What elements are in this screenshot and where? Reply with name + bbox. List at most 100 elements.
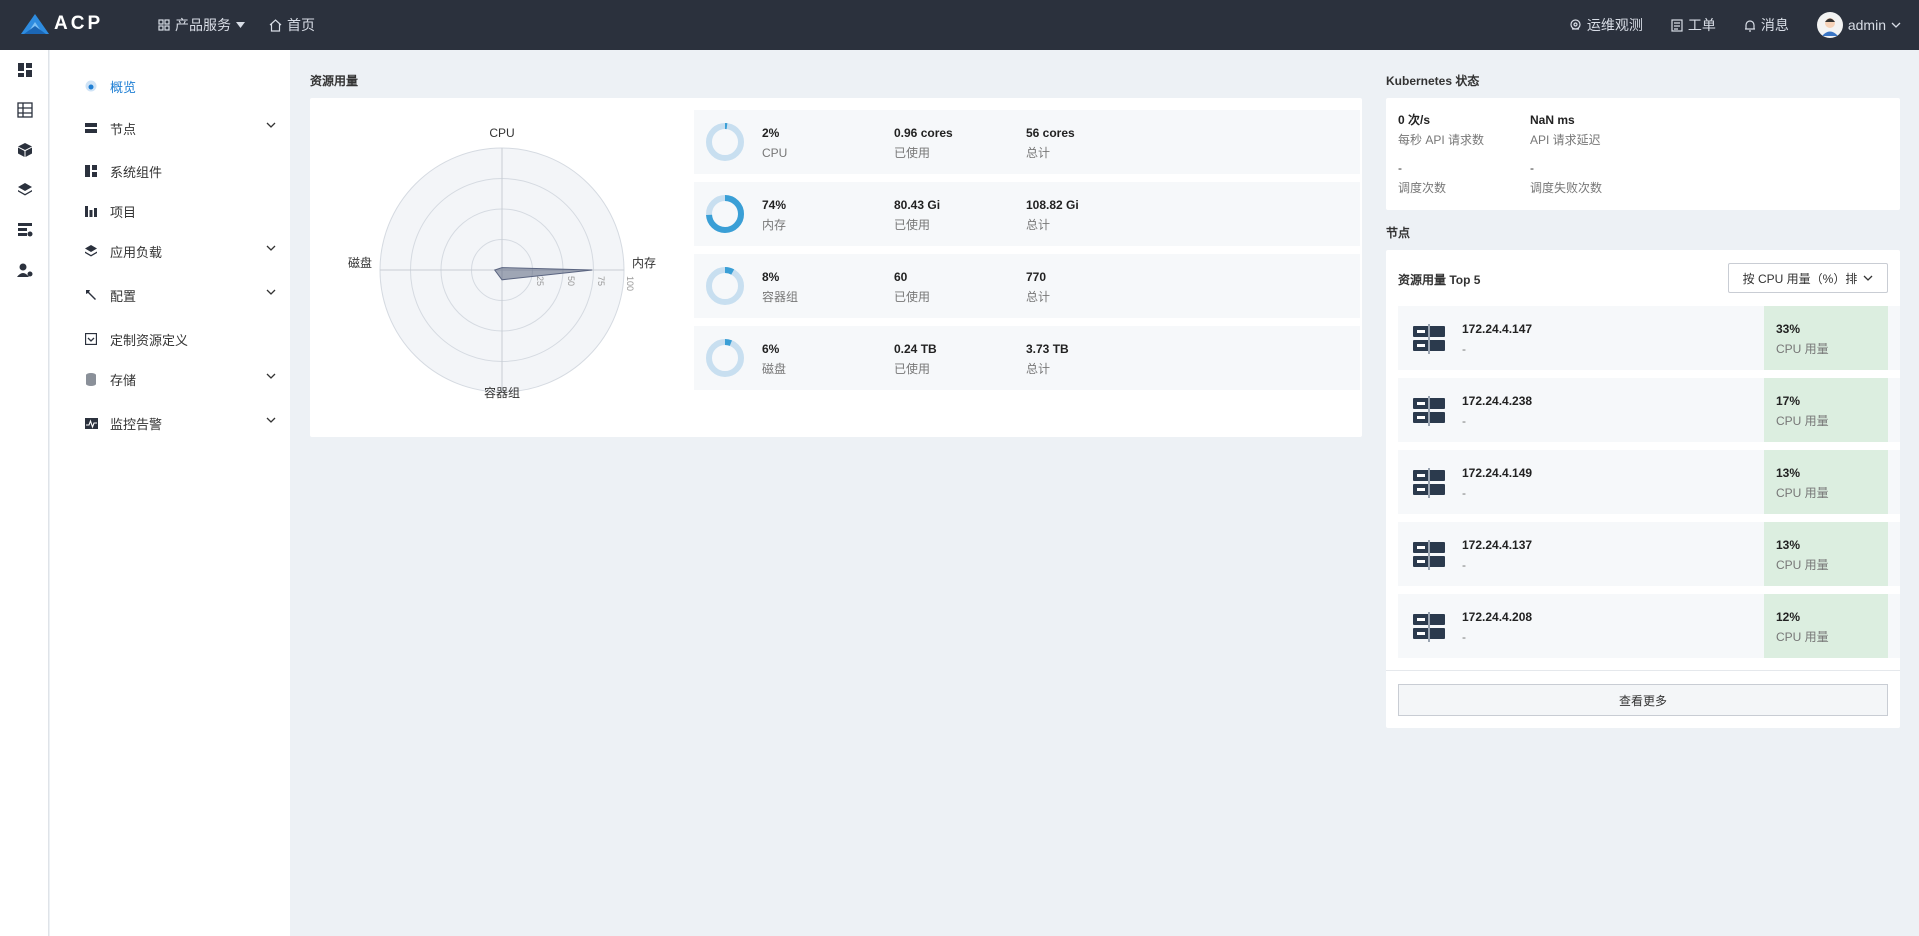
sort-label: 按 CPU 用量（%）排 bbox=[1742, 271, 1858, 286]
caret-down-icon bbox=[236, 22, 245, 28]
stat-value: NaN ms bbox=[1530, 113, 1575, 127]
chevron-down-icon bbox=[266, 417, 276, 423]
tickets-link[interactable]: 工单 bbox=[1671, 15, 1716, 35]
k8s-api-rps: 0 次/s 每秒 API 请求数 bbox=[1398, 110, 1484, 150]
ops-label: 运维观测 bbox=[1586, 17, 1643, 33]
total-value: 3.73 TB bbox=[1026, 342, 1069, 356]
resource-row-pods: 8% 容器组 60 已使用 770 总计 bbox=[694, 254, 1360, 318]
node-sub: - bbox=[1462, 342, 1466, 356]
view-more-button[interactable]: 查看更多 bbox=[1398, 684, 1888, 716]
node-row[interactable]: 172.24.4.149 - 13% CPU 用量 bbox=[1398, 450, 1900, 514]
layers-icon bbox=[84, 244, 98, 258]
menu-crd[interactable]: 定制资源定义 bbox=[84, 325, 276, 353]
radar-label-memory: 内存 bbox=[632, 256, 656, 270]
monitor-icon bbox=[84, 416, 98, 430]
resource-usage-card: 25 50 75 100 CPU 内存 容器组 磁盘 2% CPU 0.96 co… bbox=[310, 98, 1362, 437]
node-cpu-usage: 33% CPU 用量 bbox=[1764, 306, 1888, 370]
server-rack-icon bbox=[1413, 468, 1445, 498]
total-value: 770 bbox=[1026, 270, 1047, 284]
project-icon bbox=[84, 204, 98, 218]
user-menu[interactable]: admin bbox=[1816, 12, 1901, 38]
ops-observability-link[interactable]: 运维观测 bbox=[1569, 15, 1643, 35]
chevron-down-icon bbox=[266, 245, 276, 251]
messages-link[interactable]: 消息 bbox=[1744, 15, 1789, 35]
rail-user-settings-icon[interactable] bbox=[0, 250, 49, 290]
used-value: 0.96 cores bbox=[894, 126, 953, 140]
usage-percent: 8% bbox=[762, 270, 780, 284]
node-ip: 172.24.4.149 bbox=[1462, 466, 1533, 480]
node-row[interactable]: 172.24.4.208 - 12% CPU 用量 bbox=[1398, 594, 1900, 658]
k8s-schedule-count: - 调度次数 bbox=[1398, 158, 1446, 198]
menu-system-components[interactable]: 系统组件 bbox=[84, 157, 276, 185]
node-ip: 172.24.4.238 bbox=[1462, 394, 1533, 408]
stat-label: API 请求延迟 bbox=[1530, 133, 1601, 147]
chevron-down-icon bbox=[266, 122, 276, 128]
radar-tick: 25 bbox=[535, 276, 545, 286]
username: admin bbox=[1847, 17, 1886, 33]
rail-layers-icon[interactable] bbox=[0, 170, 49, 210]
menu-label: 节点 bbox=[110, 121, 137, 137]
resource-name: 内存 bbox=[762, 218, 787, 232]
node-cpu-usage: 13% CPU 用量 bbox=[1764, 522, 1888, 586]
donut-track bbox=[706, 123, 744, 161]
radar-label-cpu: CPU bbox=[489, 126, 514, 140]
messages-label: 消息 bbox=[1760, 17, 1789, 33]
products-menu[interactable]: 产品服务 bbox=[158, 15, 245, 35]
usage-donut bbox=[706, 195, 744, 233]
chevron-down-icon bbox=[266, 289, 276, 295]
node-cpu-label: CPU 用量 bbox=[1776, 486, 1829, 500]
node-cpu-percent: 17% bbox=[1776, 394, 1801, 408]
used-value: 60 bbox=[894, 270, 908, 284]
menu-nodes[interactable]: 节点 bbox=[84, 114, 276, 142]
total-label: 总计 bbox=[1026, 290, 1051, 304]
brand-logo[interactable]: ACP bbox=[20, 13, 103, 35]
stat-label: 调度失败次数 bbox=[1530, 181, 1603, 195]
menu-monitoring[interactable]: 监控告警 bbox=[84, 409, 276, 437]
node-cpu-label: CPU 用量 bbox=[1776, 342, 1829, 356]
menu-storage[interactable]: 存储 bbox=[84, 365, 276, 393]
menu-config[interactable]: 配置 bbox=[84, 281, 276, 309]
resource-row-disk: 6% 磁盘 0.24 TB 已使用 3.73 TB 总计 bbox=[694, 326, 1360, 390]
node-cpu-label: CPU 用量 bbox=[1776, 558, 1829, 572]
user-avatar-icon bbox=[1821, 18, 1838, 36]
server-icon bbox=[84, 121, 98, 135]
rail-dashboard-icon[interactable] bbox=[0, 50, 49, 90]
menu-projects[interactable]: 项目 bbox=[84, 197, 276, 225]
home-link[interactable]: 首页 bbox=[269, 15, 315, 35]
menu-overview[interactable]: 概览 bbox=[84, 72, 276, 100]
donut-track bbox=[706, 339, 744, 377]
stat-value: 0 次/s bbox=[1398, 113, 1431, 127]
node-ip: 172.24.4.208 bbox=[1462, 610, 1533, 624]
rail-cluster-icon[interactable] bbox=[0, 90, 49, 130]
menu-workloads[interactable]: 应用负载 bbox=[84, 237, 276, 265]
crd-icon bbox=[84, 332, 98, 346]
node-cpu-usage: 13% CPU 用量 bbox=[1764, 450, 1888, 514]
total-label: 总计 bbox=[1026, 362, 1051, 376]
top-bar: ACP 产品服务 首页 运维观测 工单 消息 admin bbox=[0, 0, 1919, 50]
node-cpu-usage: 17% CPU 用量 bbox=[1764, 378, 1888, 442]
bell-icon bbox=[1744, 19, 1755, 32]
node-sub: - bbox=[1462, 486, 1466, 500]
node-row[interactable]: 172.24.4.238 - 17% CPU 用量 bbox=[1398, 378, 1900, 442]
grid-icon bbox=[158, 19, 170, 31]
stat-label: 调度次数 bbox=[1398, 181, 1447, 195]
node-row[interactable]: 172.24.4.147 - 33% CPU 用量 bbox=[1398, 306, 1900, 370]
menu-label: 监控告警 bbox=[110, 416, 163, 432]
node-cpu-label: CPU 用量 bbox=[1776, 630, 1829, 644]
usage-percent: 74% bbox=[762, 198, 787, 212]
node-cpu-percent: 13% bbox=[1776, 538, 1801, 552]
chevron-down-icon bbox=[1891, 22, 1901, 28]
nodes-top5-title: 资源用量 Top 5 bbox=[1398, 273, 1481, 287]
chevron-down-icon bbox=[1863, 275, 1873, 281]
menu-label: 系统组件 bbox=[110, 164, 163, 180]
rail-storage-icon[interactable] bbox=[0, 210, 49, 250]
node-row[interactable]: 172.24.4.137 - 13% CPU 用量 bbox=[1398, 522, 1900, 586]
server-rack-icon bbox=[1413, 612, 1445, 642]
icon-rail bbox=[0, 50, 49, 936]
nodes-section-title: 节点 bbox=[1386, 226, 1411, 240]
node-ip: 172.24.4.137 bbox=[1462, 538, 1533, 552]
total-label: 总计 bbox=[1026, 218, 1051, 232]
rail-cube-icon[interactable] bbox=[0, 130, 49, 170]
sort-dropdown[interactable]: 按 CPU 用量（%）排 bbox=[1728, 263, 1888, 293]
server-rack-icon bbox=[1413, 324, 1445, 354]
